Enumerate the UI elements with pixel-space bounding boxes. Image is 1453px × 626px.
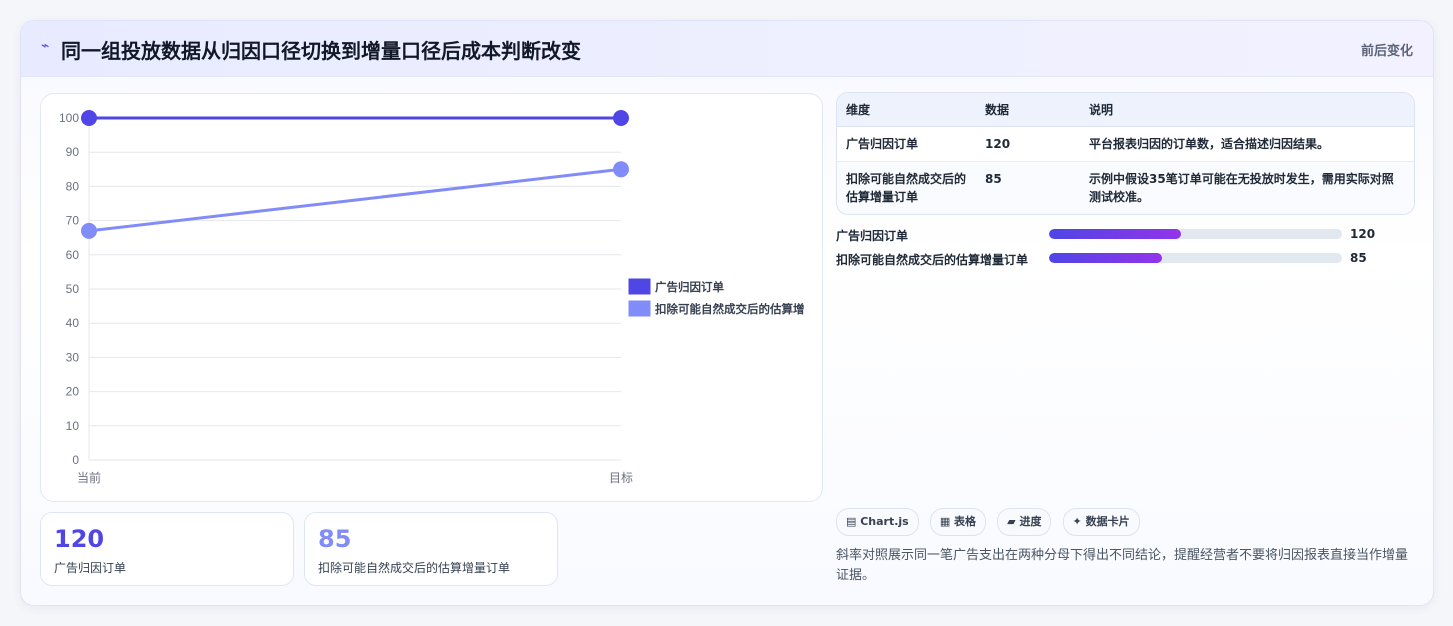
table-cell: 85 <box>976 161 1080 214</box>
table-header-row: 维度 数据 说明 <box>837 93 1414 127</box>
data-table: 维度 数据 说明 广告归因订单 120 平台报表归因的订单数，适合描述归因结果。… <box>836 92 1415 215</box>
progress-bars: 广告归因订单 120 扣除可能自然成交后的估算增量订单 85 <box>836 225 1416 273</box>
chip-progress[interactable]: ▰ 进度 <box>997 508 1052 536</box>
data-point <box>613 110 629 126</box>
chip-table[interactable]: ▦ 表格 <box>929 508 987 536</box>
table-header: 维度 <box>837 93 976 127</box>
table-header: 说明 <box>1080 93 1414 127</box>
legend-label: 广告归因订单 <box>655 280 724 294</box>
header-tag: 前后变化 <box>1360 44 1413 59</box>
table-header: 数据 <box>976 93 1080 127</box>
x-tick-label: 目标 <box>609 471 633 485</box>
series-line <box>88 167 622 233</box>
data-point <box>613 161 629 178</box>
progress-label: 扣除可能自然成交后的估算增量订单 <box>836 253 1029 267</box>
legend-swatch <box>628 278 651 295</box>
progress-row: 广告归因订单 120 <box>836 225 1416 249</box>
card-header: ⌁ 同一组投放数据从归因口径切换到增量口径后成本判断改变 前后变化 <box>21 21 1433 77</box>
table-cell: 示例中假设35笔订单可能在无投放时发生，需用实际对照测试校准。 <box>1080 161 1414 214</box>
table-cell: 120 <box>976 126 1080 162</box>
y-tick-label: 70 <box>66 214 80 228</box>
x-tick-label: 当前 <box>77 470 101 485</box>
data-point <box>81 110 97 126</box>
stat-label: 广告归因订单 <box>54 561 127 575</box>
chart-panel: 0 10 20 30 40 50 60 70 80 90 100 当前 目标 广告归因订单扣除可能自然成交… <box>40 93 823 502</box>
table-cell: 扣除可能自然成交后的估算增量订单 <box>837 161 976 214</box>
chip-chartjs[interactable]: ▤ Chart.js <box>836 508 919 536</box>
table-row: 扣除可能自然成交后的估算增量订单 85 示例中假设35笔订单可能在无投放时发生，… <box>837 161 1414 214</box>
progress-fill <box>1049 253 1162 263</box>
y-tick-label: 40 <box>66 316 80 330</box>
stat-value: 120 <box>54 525 105 553</box>
page-title: 同一组投放数据从归因口径切换到增量口径后成本判断改变 <box>61 39 581 63</box>
legend-label: 扣除可能自然成交后的估算增 <box>655 302 805 316</box>
y-tick-label: 20 <box>66 385 80 399</box>
line-chart: 0 10 20 30 40 50 60 70 80 90 100 当前 目标 广告归因订单扣除可能自然成交… <box>59 110 805 485</box>
y-tick-label: 10 <box>66 419 80 433</box>
table-cell: 广告归因订单 <box>837 126 976 162</box>
y-tick-label: 90 <box>66 145 80 159</box>
progress-row: 扣除可能自然成交后的估算增量订单 85 <box>836 249 1416 273</box>
y-tick-label: 0 <box>72 453 79 467</box>
trend-icon: ⌁ <box>41 38 50 54</box>
chart-card: ⌁ 同一组投放数据从归因口径切换到增量口径后成本判断改变 前后变化 0 10 20 3… <box>20 20 1434 606</box>
stat-card-incremental: 85 扣除可能自然成交后的估算增量订单 <box>304 512 558 586</box>
table-cell: 平台报表归因的订单数，适合描述归因结果。 <box>1080 126 1414 162</box>
progress-label: 广告归因订单 <box>836 229 909 243</box>
stat-label: 扣除可能自然成交后的估算增量订单 <box>318 561 511 575</box>
tag-chips: ▤ Chart.js ▦ 表格 ▰ 进度 ✦ 数据卡片 <box>836 508 1146 536</box>
stat-card-attributed: 120 广告归因订单 <box>40 512 294 586</box>
y-tick-label: 30 <box>66 350 80 364</box>
chart-note: 斜率对照展示同一笔广告支出在两种分母下得出不同结论，提醒经营者不要将归因报表直接… <box>836 548 1409 583</box>
y-tick-label: 100 <box>59 111 79 125</box>
y-tick-label: 50 <box>66 282 80 296</box>
progress-value: 120 <box>1350 227 1376 241</box>
progress-track <box>1049 229 1342 239</box>
chip-data-card[interactable]: ✦ 数据卡片 <box>1062 508 1140 536</box>
stat-value: 85 <box>318 525 352 553</box>
progress-fill <box>1049 229 1181 239</box>
progress-value: 85 <box>1350 251 1367 265</box>
y-tick-label: 60 <box>66 248 80 262</box>
data-point <box>81 222 97 239</box>
table-row: 广告归因订单 120 平台报表归因的订单数，适合描述归因结果。 <box>837 126 1414 162</box>
y-tick-label: 80 <box>66 179 80 193</box>
legend-swatch <box>628 300 651 317</box>
progress-track <box>1049 253 1342 263</box>
